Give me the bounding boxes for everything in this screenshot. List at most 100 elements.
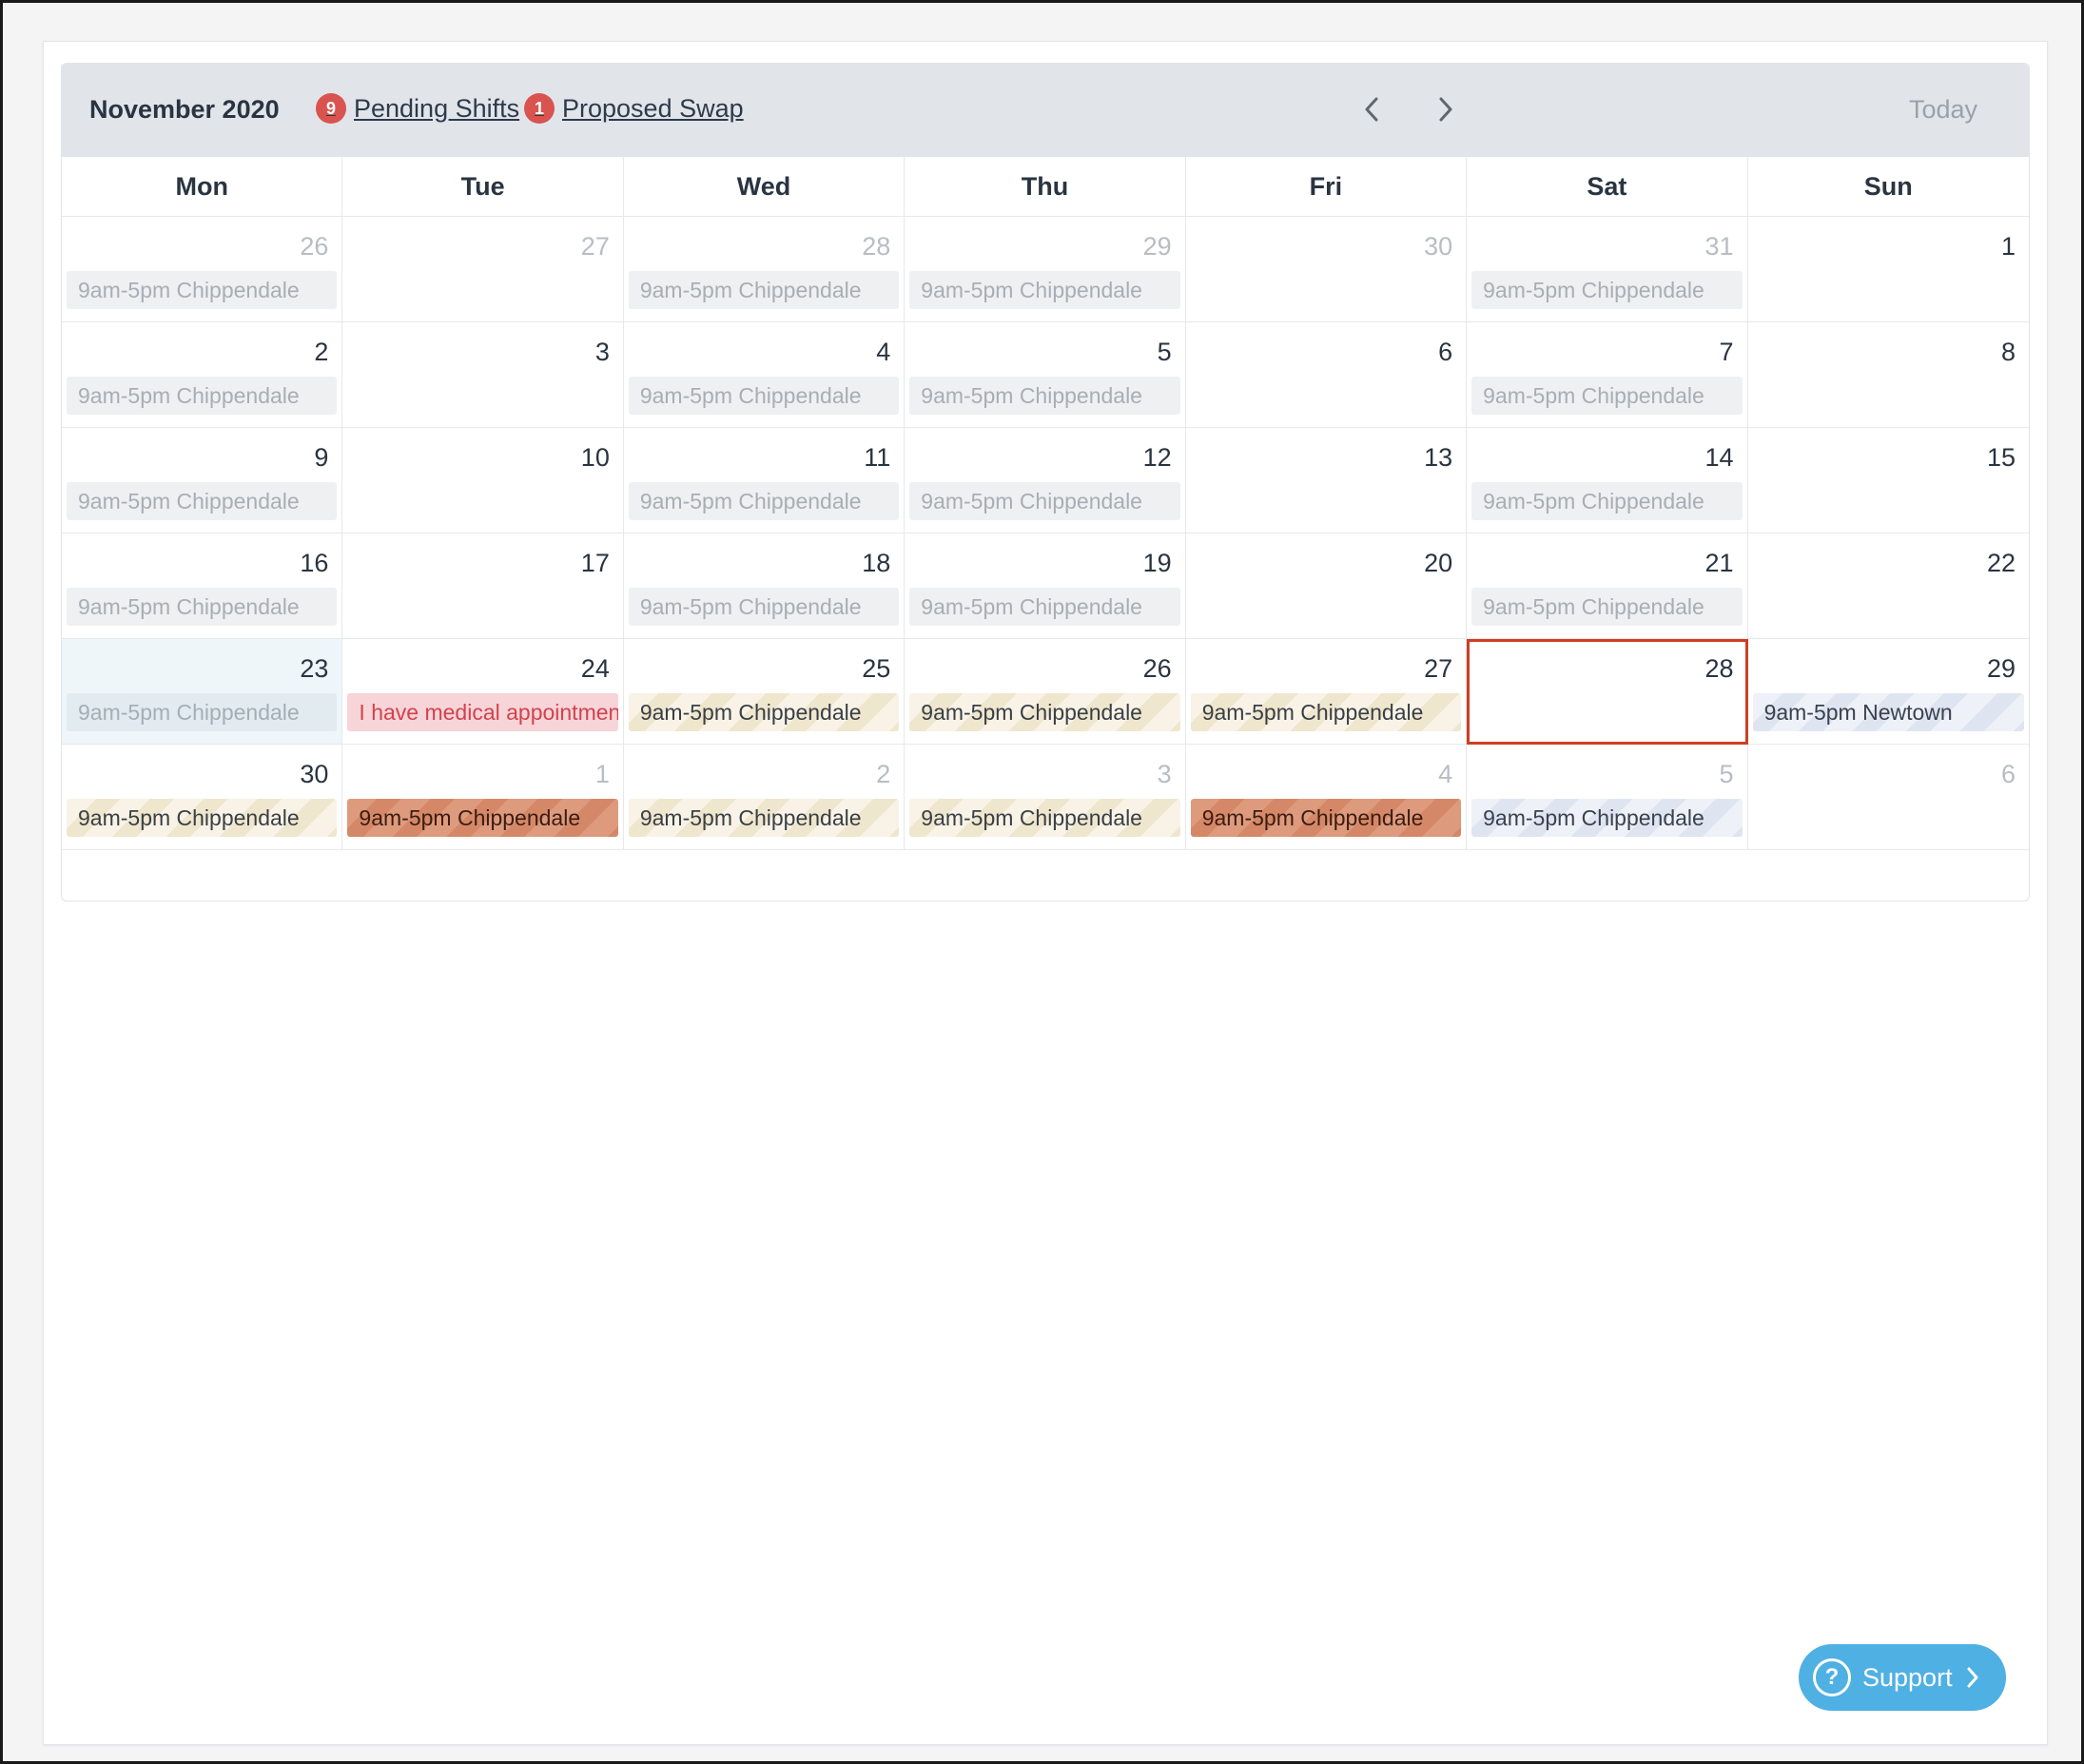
shift-event[interactable]: 9am-5pm Chippendale xyxy=(909,693,1180,731)
day-cell[interactable]: 14 9am-5pm Chippendale xyxy=(1467,428,1748,533)
shift-event[interactable]: 9am-5pm Chippendale xyxy=(909,271,1180,309)
proposed-swap-link[interactable]: 1 Proposed Swap xyxy=(524,93,744,124)
day-cell[interactable]: 4 9am-5pm Chippendale xyxy=(623,322,906,428)
day-number: 5 xyxy=(1719,760,1734,788)
prev-month-button[interactable] xyxy=(1353,90,1391,128)
shift-event[interactable]: 9am-5pm Chippendale xyxy=(1471,588,1743,626)
day-cell[interactable]: 18 9am-5pm Chippendale xyxy=(623,533,906,639)
day-cell[interactable]: 26 9am-5pm Chippendale xyxy=(62,217,343,322)
shift-event[interactable]: 9am-5pm Chippendale xyxy=(1471,271,1743,309)
shift-event[interactable]: 9am-5pm Chippendale xyxy=(1471,799,1743,837)
day-cell[interactable]: 15 xyxy=(1747,428,2029,533)
day-cell[interactable]: 5 9am-5pm Chippendale xyxy=(1467,745,1748,850)
shift-event[interactable]: 9am-5pm Chippendale xyxy=(909,377,1180,415)
day-cell[interactable]: 4 9am-5pm Chippendale xyxy=(1185,745,1468,850)
pending-shifts-link[interactable]: 9 Pending Shifts xyxy=(316,93,519,124)
shift-event[interactable]: 9am-5pm Chippendale xyxy=(909,799,1180,837)
day-number: 30 xyxy=(300,760,329,788)
shift-event[interactable]: 9am-5pm Newtown xyxy=(1752,693,2024,731)
shift-event[interactable]: 9am-5pm Chippendale xyxy=(67,271,338,309)
day-cell[interactable]: 21 9am-5pm Chippendale xyxy=(1467,533,1748,639)
day-cell[interactable]: 8 xyxy=(1747,322,2029,428)
day-number: 14 xyxy=(1704,443,1734,472)
shift-event[interactable]: 9am-5pm Chippendale xyxy=(67,377,338,415)
day-cell[interactable]: 16 9am-5pm Chippendale xyxy=(62,533,343,639)
day-cell[interactable]: 6 xyxy=(1747,745,2029,850)
shift-event[interactable]: 9am-5pm Chippendale xyxy=(1190,693,1462,731)
day-cell[interactable]: 28 9am-5pm Chippendale xyxy=(623,217,906,322)
shift-event[interactable]: 9am-5pm Chippendale xyxy=(628,588,900,626)
day-cell[interactable]: 11 9am-5pm Chippendale xyxy=(623,428,906,533)
day-cell[interactable]: 17 xyxy=(342,533,624,639)
shift-event[interactable]: 9am-5pm Chippendale xyxy=(347,799,618,837)
day-cell[interactable]: 1 9am-5pm Chippendale xyxy=(342,745,624,850)
day-cell[interactable]: 20 xyxy=(1185,533,1468,639)
day-cell[interactable]: 27 xyxy=(342,217,624,322)
day-number: 4 xyxy=(1438,760,1453,788)
days-grid: 26 9am-5pm Chippendale 27 28 9am-5pm Chippen… xyxy=(62,217,2029,850)
shift-event[interactable]: 9am-5pm Chippendale xyxy=(628,693,900,731)
day-cell[interactable]: 10 xyxy=(342,428,624,533)
day-cell[interactable]: 31 9am-5pm Chippendale xyxy=(1467,217,1748,322)
shift-event[interactable]: 9am-5pm Chippendale xyxy=(628,271,900,309)
day-cell[interactable]: 23 9am-5pm Chippendale xyxy=(62,639,343,745)
day-cell[interactable]: 3 9am-5pm Chippendale xyxy=(905,745,1186,850)
day-cell[interactable]: 2 9am-5pm Chippendale xyxy=(62,322,343,428)
month-calendar: November 2020 9 Pending Shifts 1 Propose… xyxy=(61,63,2030,901)
shift-event[interactable]: 9am-5pm Chippendale xyxy=(1190,799,1462,837)
today-button[interactable]: Today xyxy=(1909,95,1977,125)
day-cell[interactable]: 29 9am-5pm Newtown xyxy=(1747,639,2029,745)
unavailability-note[interactable]: I have medical appointment xyxy=(347,693,618,731)
day-cell[interactable]: 5 9am-5pm Chippendale xyxy=(905,322,1186,428)
day-number: 9 xyxy=(314,443,329,472)
pending-count-badge: 9 xyxy=(316,93,346,124)
day-cell[interactable]: 3 xyxy=(342,322,624,428)
shift-event[interactable]: 9am-5pm Chippendale xyxy=(67,799,338,837)
calendar-header: November 2020 9 Pending Shifts 1 Propose… xyxy=(62,64,2029,157)
day-cell[interactable]: 26 9am-5pm Chippendale xyxy=(905,639,1186,745)
shift-event[interactable]: 9am-5pm Chippendale xyxy=(628,377,900,415)
shift-event[interactable]: 9am-5pm Chippendale xyxy=(909,588,1180,626)
day-cell[interactable]: 27 9am-5pm Chippendale xyxy=(1185,639,1468,745)
day-cell[interactable]: 25 9am-5pm Chippendale xyxy=(623,639,906,745)
day-cell[interactable]: 30 xyxy=(1185,217,1468,322)
shift-event[interactable]: 9am-5pm Chippendale xyxy=(628,799,900,837)
day-cell[interactable]: 1 xyxy=(1747,217,2029,322)
day-number: 10 xyxy=(580,443,610,472)
day-cell[interactable]: 6 xyxy=(1185,322,1468,428)
shift-event[interactable]: 9am-5pm Chippendale xyxy=(909,482,1180,520)
support-label: Support xyxy=(1862,1662,1953,1692)
day-cell[interactable]: 30 9am-5pm Chippendale xyxy=(62,745,343,850)
weekday-header-mon: Mon xyxy=(62,157,343,217)
day-cell[interactable]: 12 9am-5pm Chippendale xyxy=(905,428,1186,533)
day-cell[interactable]: 24 I have medical appointment xyxy=(342,639,624,745)
day-cell[interactable]: 9 9am-5pm Chippendale xyxy=(62,428,343,533)
next-month-button[interactable] xyxy=(1427,90,1465,128)
day-cell[interactable]: 19 9am-5pm Chippendale xyxy=(905,533,1186,639)
chevron-left-icon xyxy=(1365,97,1378,122)
weekday-header-sat: Sat xyxy=(1467,157,1748,217)
chevron-right-icon xyxy=(1439,97,1452,122)
support-button[interactable]: ? Support xyxy=(1799,1644,2006,1711)
shift-event[interactable]: 9am-5pm Chippendale xyxy=(67,588,338,626)
day-number: 5 xyxy=(1157,338,1172,366)
day-cell[interactable]: 29 9am-5pm Chippendale xyxy=(905,217,1186,322)
day-number: 29 xyxy=(1142,232,1172,261)
day-cell-selected[interactable]: 28 xyxy=(1467,639,1748,745)
day-cell[interactable]: 13 xyxy=(1185,428,1468,533)
day-cell[interactable]: 7 9am-5pm Chippendale xyxy=(1467,322,1748,428)
day-number: 1 xyxy=(594,760,610,788)
day-number: 6 xyxy=(1438,338,1453,366)
shift-event[interactable]: 9am-5pm Chippendale xyxy=(67,482,338,520)
shift-event[interactable]: 9am-5pm Chippendale xyxy=(67,693,338,731)
day-number: 4 xyxy=(876,338,891,366)
pending-shifts-label: Pending Shifts xyxy=(354,93,520,123)
day-number: 16 xyxy=(300,549,329,577)
shift-event[interactable]: 9am-5pm Chippendale xyxy=(628,482,900,520)
shift-event[interactable]: 9am-5pm Chippendale xyxy=(1471,482,1743,520)
day-cell[interactable]: 2 9am-5pm Chippendale xyxy=(623,745,906,850)
shift-event[interactable]: 9am-5pm Chippendale xyxy=(1471,377,1743,415)
day-cell[interactable]: 22 xyxy=(1747,533,2029,639)
day-number: 29 xyxy=(1986,654,2016,683)
day-number: 27 xyxy=(580,232,610,261)
